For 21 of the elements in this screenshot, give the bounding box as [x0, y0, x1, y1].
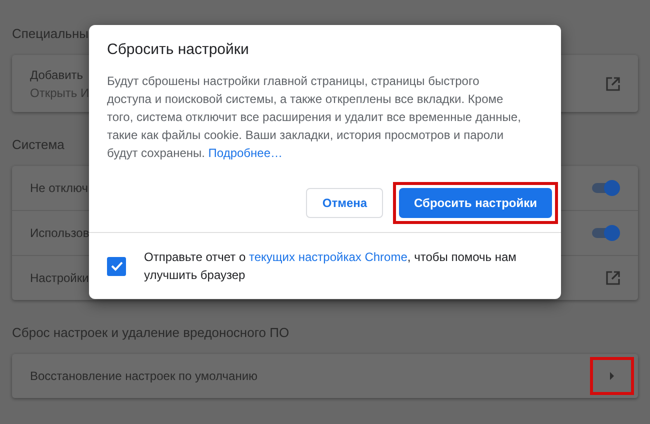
- setting-label: Добавить: [30, 68, 84, 82]
- reset-button[interactable]: Сбросить настройки: [399, 188, 552, 218]
- setting-label: Настройки: [30, 271, 89, 285]
- check-icon: [110, 261, 122, 271]
- external-link-icon[interactable]: [606, 76, 620, 90]
- section-title: Специальны: [12, 26, 90, 42]
- cancel-button[interactable]: Отмена: [306, 188, 384, 218]
- learn-more-link[interactable]: Подробнее…: [208, 146, 283, 160]
- setting-label: Не отключ: [30, 181, 88, 195]
- settings-link[interactable]: текущих настройках Chrome: [249, 250, 408, 264]
- report-checkbox[interactable]: [107, 256, 126, 276]
- setting-label: Использов: [30, 226, 90, 240]
- setting-label: Восстановление настроек по умолчанию: [30, 369, 258, 383]
- arrow-icon: [609, 372, 615, 380]
- report-text: Отправьте отчет о текущих настройках Chrome, чтобы помочь нам улучшить браузер: [144, 249, 518, 284]
- toggle-switch[interactable]: [590, 180, 620, 196]
- toggle-switch[interactable]: [590, 225, 620, 241]
- external-link-icon[interactable]: [606, 271, 620, 285]
- section-title: Сброс настроек и удаление вредоносного ПО: [12, 325, 290, 341]
- dialog-title: Сбросить настройки: [107, 41, 250, 59]
- dialog-message: Будут сброшены настройки главной страницы, страницы быстрого доступа и поисковой системы, а также откреплены все вкладки. Кроме того, система отключит все расширения и удалит все временные данные, такие как файлы cookie. Ваши закладки, история просмотров и пароли будут сохранены. Подробнее…: [107, 73, 522, 162]
